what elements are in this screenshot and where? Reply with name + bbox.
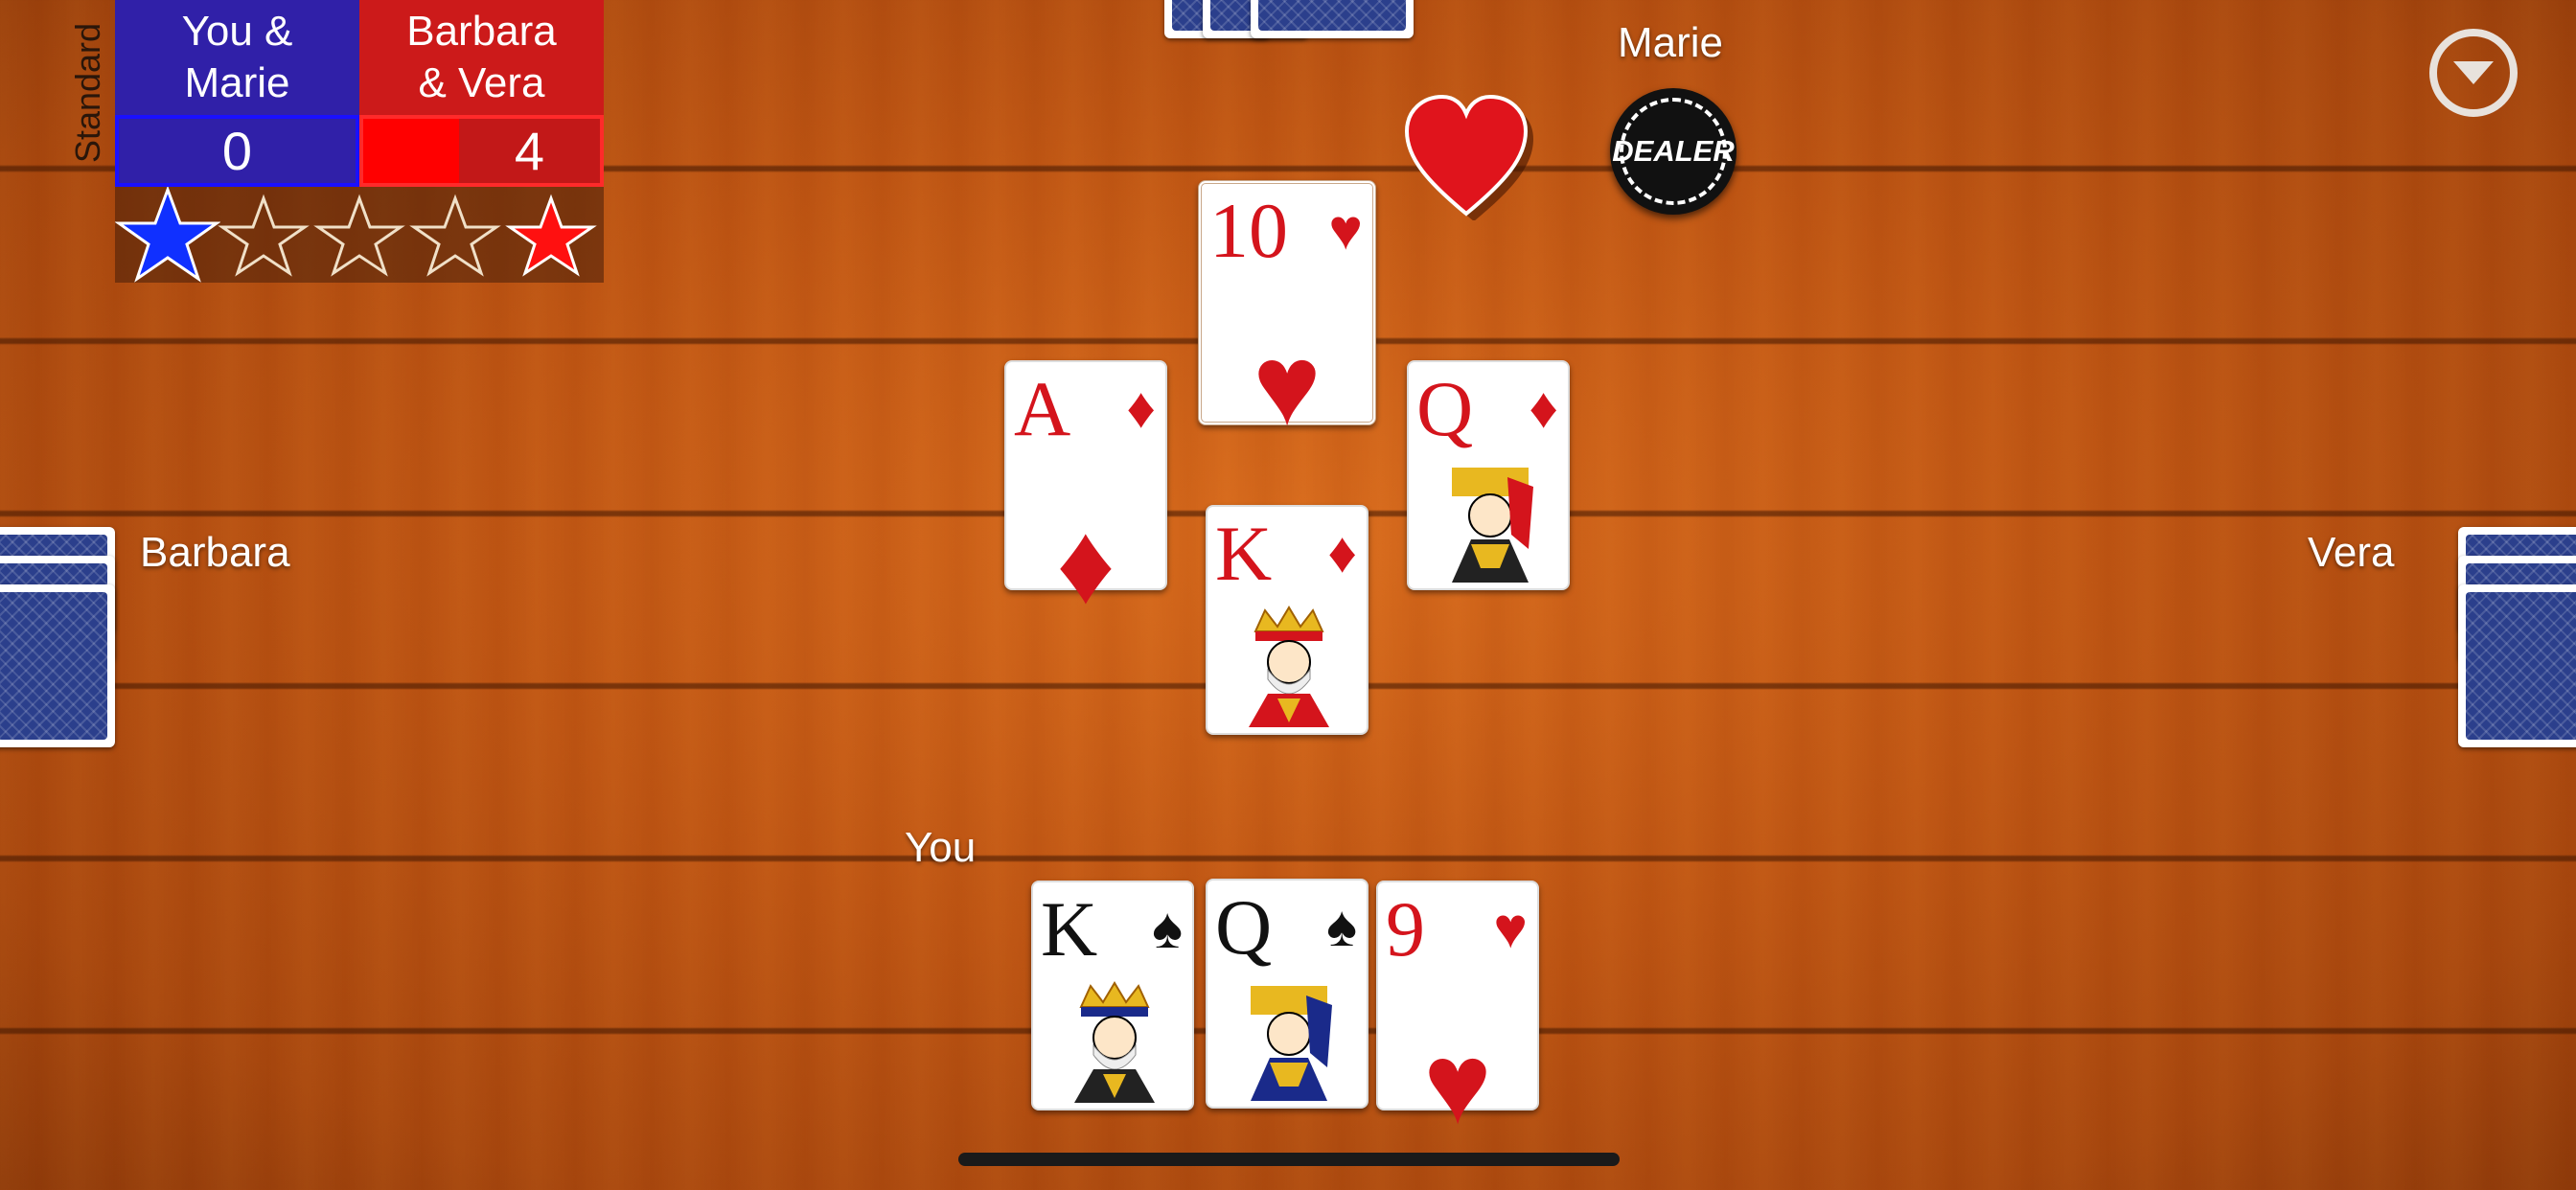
team-red-name: Barbara & Vera [359,0,604,115]
home-indicator[interactable] [958,1153,1620,1166]
star-icon-empty [409,194,501,277]
team-red-name-line2: & Vera [418,59,545,106]
king-face-icon [1249,606,1329,727]
card-rank: Q [1215,883,1273,971]
opponent-card-back [0,584,115,747]
card-rank: 10 [1209,187,1288,274]
card-rank: Q [1416,365,1474,452]
card-suit: ♥ [1328,197,1363,262]
opponent-card-back [2458,584,2576,747]
team-blue-name-line1: You & [181,8,293,55]
game-mode-text: Standard [68,22,107,164]
star-icon-empty [218,194,310,277]
team-red-score-box: 4 [359,115,604,187]
card-rank: K [1041,885,1098,973]
card-suit: ♦ [1529,376,1558,440]
star-progress [115,187,604,283]
dealer-chip-label: DEALER [1612,134,1735,168]
queen-face-icon [1251,986,1332,1101]
card-suit: ♥ [1493,896,1528,960]
star-icon-filled-red [505,194,597,277]
scoreboard: You & Marie Barbara & Vera 0 4 [115,0,604,283]
team-red-name-line1: Barbara [406,8,557,55]
card-rank: A [1014,365,1071,452]
card-pip: ♦ [1056,499,1116,628]
card-rank: K [1215,510,1273,597]
trick-card-left: A ♦ ♦ [1004,360,1167,621]
star-icon-filled-blue [115,187,220,283]
hand-card-3[interactable]: 9 ♥ ♥ [1376,881,1539,1141]
card-pip: ♥ [1423,1019,1492,1148]
queen-face-icon [1452,468,1533,583]
heart-icon [1404,94,1533,220]
player-label-marie: Marie [1618,19,1724,66]
team-blue-name-line2: Marie [184,59,290,106]
card-rank: 9 [1386,885,1425,973]
player-label-barbara: Barbara [140,529,290,576]
game-mode-label: Standard [59,11,117,174]
king-face-icon [1074,981,1155,1103]
team-red-score: 4 [459,119,600,183]
star-icon-empty [313,194,405,277]
menu-button[interactable] [2429,29,2518,117]
opponent-card-back [1251,0,1414,38]
team-blue-name: You & Marie [115,0,359,115]
hand-card-2[interactable]: Q ♠ [1206,879,1368,1109]
trick-card-top: 10 ♥ ♥ [1198,180,1376,443]
card-suit: ♦ [1126,376,1156,440]
chevron-down-icon [2453,61,2494,84]
player-label-vera: Vera [2308,529,2395,576]
card-suit: ♠ [1326,894,1357,958]
card-suit: ♦ [1327,520,1357,584]
team-blue-score: 0 [115,115,359,187]
card-suit: ♠ [1152,896,1183,960]
hand-card-1[interactable]: K ♠ [1031,881,1194,1110]
trick-card-right: Q ♦ [1407,360,1570,590]
card-pip: ♥ [1253,321,1322,449]
trick-card-bottom: K ♦ [1206,505,1368,735]
dealer-chip: DEALER [1610,88,1736,215]
player-label-you: You [905,824,977,871]
